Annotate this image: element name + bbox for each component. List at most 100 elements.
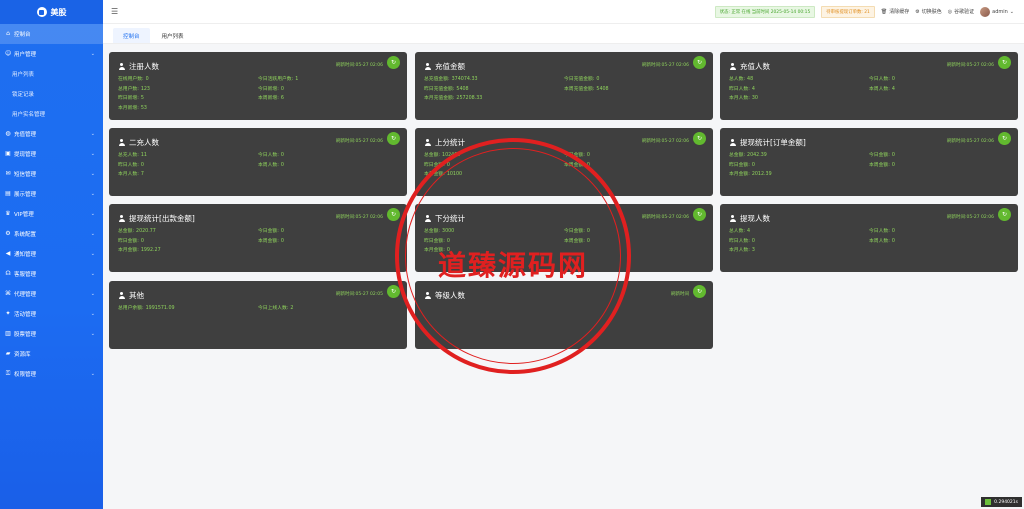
sidebar-item-label: 用户管理 — [14, 52, 37, 58]
refresh-icon[interactable]: ↻ — [998, 208, 1011, 221]
menu-toggle-icon[interactable]: ☰ — [111, 7, 118, 16]
refresh-icon[interactable]: ↻ — [693, 285, 706, 298]
stat-item: 本月金额: 2012.39 — [729, 170, 869, 177]
stat-item: 总金额: 3000 — [424, 227, 564, 234]
sidebar-item-13[interactable]: ⌘ 代理管理 ⌄ — [0, 284, 103, 304]
stat-item: 本周金额: 0 — [564, 161, 704, 168]
chevron-down-icon: ⌄ — [90, 291, 95, 297]
stat-item: 本周新增: 6 — [258, 94, 398, 101]
tab-0[interactable]: 控制台 — [113, 28, 150, 43]
sidebar-menu: ⌂ 控制台 ☺ 用户管理 ⌄ 用户列表 锁定记录用户实名管理 ◍ 充值管理 ⌄ ▣ 提现管理 ⌄ ✉ 短信管… — [0, 24, 103, 384]
sidebar-item-label: 用户实名管理 — [12, 112, 46, 118]
sidebar-item-9[interactable]: ♛ VIP管理 ⌄ — [0, 204, 103, 224]
refresh-icon[interactable]: ↻ — [387, 208, 400, 221]
stat-label: 本月金额: — [424, 172, 445, 177]
sidebar-item-6[interactable]: ▣ 提现管理 ⌄ — [0, 144, 103, 164]
chevron-down-icon: ⌄ — [90, 51, 95, 57]
stat-label: 总金额: — [729, 153, 746, 158]
refresh-icon[interactable]: ↻ — [693, 208, 706, 221]
stat-card-3: 二充人数 刷新时间:05-27 02:06 ↻ 总充人数: 11 今日人数: 0 昨日人数: 0… — [109, 128, 407, 196]
card-title: 二充人数 — [118, 137, 159, 148]
sidebar-item-11[interactable]: ◀ 通知管理 ⌄ — [0, 244, 103, 264]
stat-label: 总人数: — [729, 77, 746, 82]
card-title-text: 注册人数 — [129, 62, 159, 71]
stat-label: 总金额: — [424, 229, 441, 234]
stat-item: 昨日新增: 5 — [118, 94, 258, 101]
stat-item: 本周充值金额: 5408 — [564, 85, 704, 92]
user-menu[interactable]: admin ⌄ — [980, 6, 1014, 17]
switch-theme-button[interactable]: ⚙ 切换肤色 — [915, 8, 942, 16]
sidebar-item-1[interactable]: ☺ 用户管理 ⌄ — [0, 44, 103, 64]
stat-label: 本月人数: — [118, 172, 139, 177]
stat-label: 今日金额: — [564, 153, 585, 158]
megaphone-icon: ◀ — [5, 250, 11, 257]
clear-cache-label: 清除缓存 — [889, 9, 910, 15]
stat-label: 昨日金额: — [118, 238, 139, 244]
refresh-icon[interactable]: ↻ — [693, 132, 706, 145]
tab-1[interactable]: 用户列表 — [152, 28, 194, 43]
stat-item: 本周人数: 0 — [869, 237, 1009, 244]
stat-value: 0 — [586, 238, 590, 244]
user-icon — [118, 63, 125, 70]
refresh-time: 刷新时间:05-27 02:06 — [947, 215, 994, 220]
sidebar-item-14[interactable]: ✦ 活动管理 ⌄ — [0, 304, 103, 324]
stat-value: 1992.27 — [140, 248, 161, 253]
card-title-text: 提现人数 — [740, 214, 770, 223]
sidebar-item-5[interactable]: ◍ 充值管理 ⌄ — [0, 124, 103, 144]
stat-label: 今日充值金额: — [564, 77, 595, 82]
stat-label: 本周人数: — [869, 86, 890, 92]
stat-label: 今日人数: — [869, 77, 890, 82]
stat-value: 0 — [280, 229, 284, 234]
sidebar-item-8[interactable]: ▤ 展示管理 ⌄ — [0, 184, 103, 204]
sidebar-item-2[interactable]: 用户列表 — [0, 64, 103, 84]
sidebar-item-15[interactable]: ▥ 股票管理 ⌄ — [0, 324, 103, 344]
sidebar-item-7[interactable]: ✉ 短信管理 ⌄ — [0, 164, 103, 184]
brand[interactable]: 美股 — [0, 0, 103, 24]
refresh-time: 刷新时间:05-27 02:06 — [642, 139, 689, 144]
sidebar-item-17[interactable]: ⚿ 权限管理 ⌄ — [0, 364, 103, 384]
clear-cache-button[interactable]: 🗑 清除缓存 — [880, 8, 910, 16]
stat-label: 总人数: — [729, 229, 746, 234]
card-title-text: 上分统计 — [435, 138, 465, 147]
sidebar-item-12[interactable]: ☊ 客服管理 ⌄ — [0, 264, 103, 284]
pending-withdraw-badge[interactable]: 待审核提现订单数: 21 — [821, 5, 875, 18]
sidebar-item-16[interactable]: ▰ 资源库 — [0, 344, 103, 364]
stat-value: 4 — [891, 86, 895, 92]
refresh-icon[interactable]: ↻ — [998, 132, 1011, 145]
mail-icon: ✉ — [5, 170, 11, 177]
sidebar-item-3[interactable]: 锁定记录 — [0, 84, 103, 104]
stat-item: 总人数: 4 — [729, 227, 869, 234]
card-title: 下分统计 — [424, 213, 465, 224]
refresh-icon[interactable]: ↻ — [693, 56, 706, 69]
user-icon: ☺ — [5, 50, 12, 57]
sidebar-item-label: 活动管理 — [14, 312, 37, 318]
google-verify-button[interactable]: ◎ 谷歌验证 — [948, 8, 974, 16]
sidebar-item-0[interactable]: ⌂ 控制台 — [0, 24, 103, 44]
stat-item: 在线用户数: 0 — [118, 75, 258, 82]
sidebar-item-10[interactable]: ⚙ 系统配置 ⌄ — [0, 224, 103, 244]
chart-icon: ▥ — [5, 330, 11, 337]
stat-value: 48 — [747, 77, 754, 82]
refresh-icon[interactable]: ↻ — [387, 285, 400, 298]
card-stats: 总金额: 102400 今日金额: 0 昨日金额: 0 本周金额: 0 本月金额: 10100 — [424, 151, 704, 177]
stat-value: 30 — [751, 96, 758, 101]
refresh-icon[interactable]: ↻ — [998, 56, 1011, 69]
sidebar-item-4[interactable]: 用户实名管理 — [0, 104, 103, 124]
stat-value: 2012.39 — [751, 172, 772, 177]
stat-value: 0 — [891, 162, 895, 168]
sidebar-item-label: 控制台 — [14, 32, 31, 38]
stat-label: 昨日金额: — [424, 238, 445, 244]
top-header: ☰ 状态: 正常 在线 当前时间 2025-05-14 00:15 待审核提现订… — [103, 0, 1024, 24]
chevron-down-icon: ⌄ — [90, 171, 95, 177]
refresh-icon[interactable]: ↻ — [387, 56, 400, 69]
stat-value: 0 — [751, 238, 755, 244]
trash-icon: 🗑 — [880, 8, 888, 15]
stat-value: 5 — [140, 96, 144, 101]
user-icon — [729, 215, 736, 222]
stat-item: 昨日金额: 0 — [118, 237, 258, 244]
chevron-down-icon: ⌄ — [90, 331, 95, 337]
stat-item: 昨日金额: 0 — [424, 237, 564, 244]
stat-value: 257208.33 — [456, 96, 483, 101]
card-title-text: 充值金额 — [435, 62, 465, 71]
refresh-icon[interactable]: ↻ — [387, 132, 400, 145]
